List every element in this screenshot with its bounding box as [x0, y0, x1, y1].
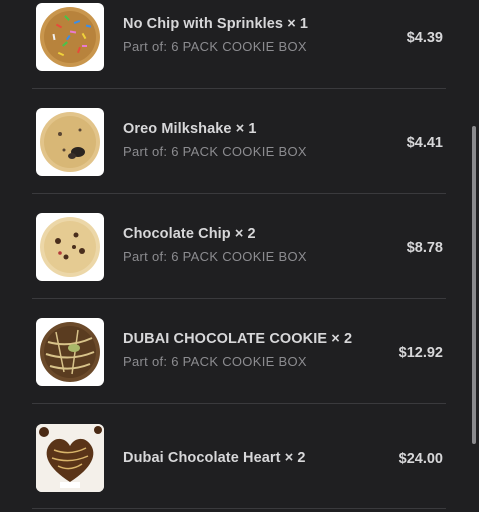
cart-item-name: Dubai Chocolate Heart × 2 — [123, 450, 306, 466]
cart-item-info: Oreo Milkshake × 1 Part of: 6 PACK COOKI… — [123, 121, 383, 159]
cart-item-row[interactable]: DUBAI CHOCOLATE COOKIE × 2 Part of: 6 PA… — [32, 299, 446, 404]
cart-item-info: Dubai Chocolate Heart × 2 — [123, 450, 383, 466]
cart-item-name: No Chip with Sprinkles × 1 — [123, 16, 309, 32]
cart-item-info: DUBAI CHOCOLATE COOKIE × 2 Part of: 6 PA… — [123, 331, 383, 369]
list-divider — [32, 508, 446, 509]
oreo-cookie-image — [36, 108, 104, 176]
dubai-chocolate-heart-image — [36, 424, 104, 492]
cart-item-row[interactable]: Oreo Milkshake × 1 Part of: 6 PACK COOKI… — [32, 89, 446, 194]
cart-item-name: DUBAI CHOCOLATE COOKIE × 2 — [123, 331, 353, 347]
cart-item-row[interactable]: No Chip with Sprinkles × 1 Part of: 6 PA… — [32, 0, 446, 89]
cart-item-price: $4.41 — [406, 135, 443, 151]
cart-item-info: Chocolate Chip × 2 Part of: 6 PACK COOKI… — [123, 226, 383, 264]
cart-item-part-of: Part of: 6 PACK COOKIE BOX — [123, 249, 307, 264]
cart-item-price: $12.92 — [398, 345, 443, 361]
dubai-chocolate-cookie-image — [36, 318, 104, 386]
cart-item-row[interactable]: Chocolate Chip × 2 Part of: 6 PACK COOKI… — [32, 194, 446, 299]
cart-item-row[interactable]: Dubai Chocolate Heart × 2 $24.00 — [32, 404, 446, 509]
cart-item-part-of: Part of: 6 PACK COOKIE BOX — [123, 144, 307, 159]
vertical-scrollbar[interactable] — [472, 126, 476, 444]
cart-item-name: Oreo Milkshake × 1 — [123, 121, 257, 137]
cart-item-price: $8.78 — [406, 240, 443, 256]
cart-item-price: $24.00 — [398, 451, 443, 467]
cart-item-part-of: Part of: 6 PACK COOKIE BOX — [123, 39, 307, 54]
cart-item-price: $4.39 — [406, 30, 443, 46]
cart-item-info: No Chip with Sprinkles × 1 Part of: 6 PA… — [123, 16, 383, 54]
cart-item-list: No Chip with Sprinkles × 1 Part of: 6 PA… — [0, 0, 479, 512]
sprinkles-cookie-image — [36, 3, 104, 71]
cart-item-name: Chocolate Chip × 2 — [123, 226, 256, 242]
chocolate-chip-cookie-image — [36, 213, 104, 281]
cart-item-part-of: Part of: 6 PACK COOKIE BOX — [123, 354, 307, 369]
